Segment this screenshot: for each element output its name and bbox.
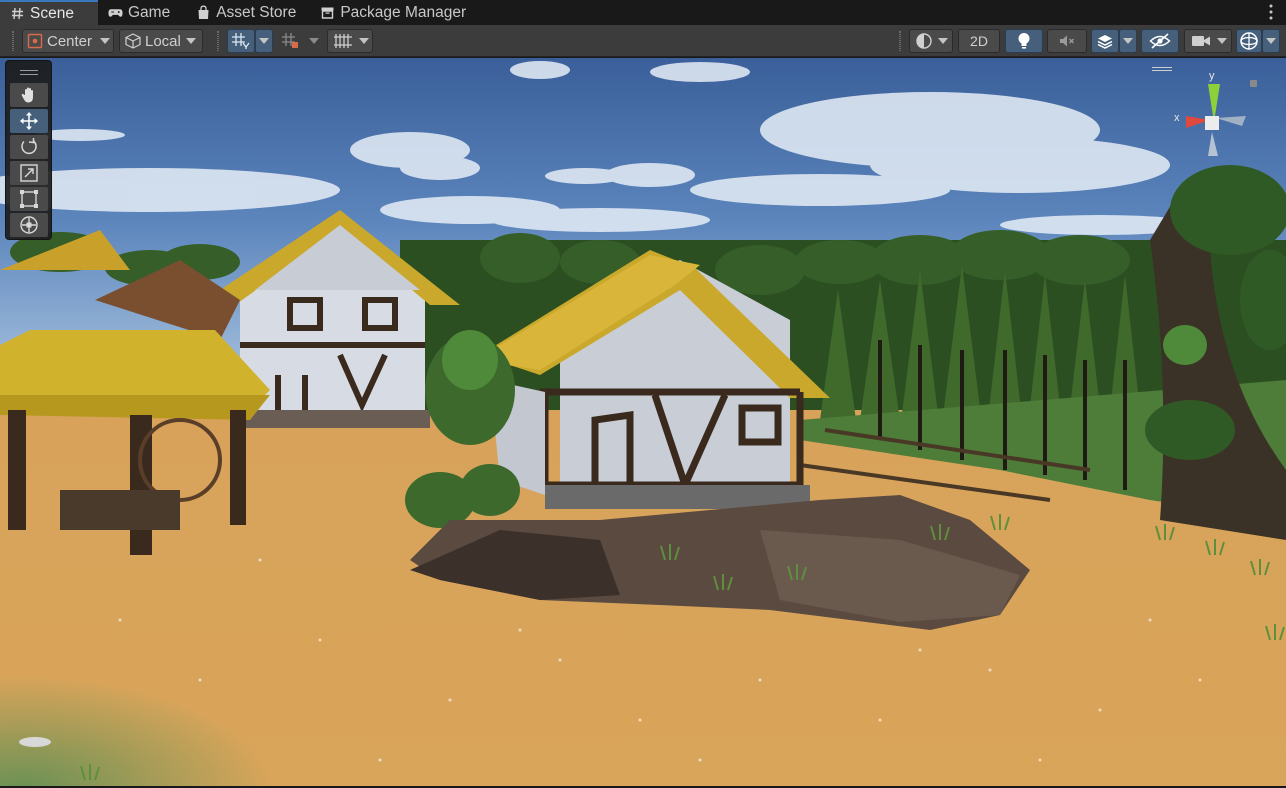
grid-visibility-dropdown[interactable] — [327, 29, 373, 53]
pivot-mode-label: Center — [47, 32, 93, 50]
tab-scene-label: Scene — [30, 4, 74, 22]
chevron-down-icon — [185, 38, 196, 44]
draw-mode-dropdown[interactable] — [909, 29, 953, 53]
scene-orientation-gizmo[interactable]: y x — [1150, 62, 1260, 162]
chevron-down-icon — [259, 38, 269, 44]
rect-tool-button[interactable] — [10, 187, 48, 211]
more-options-icon[interactable] — [1268, 3, 1274, 21]
shading-mode-icon — [915, 32, 933, 50]
scene-effects-dropdown[interactable] — [1119, 29, 1137, 53]
chevron-down-icon — [100, 38, 111, 44]
chevron-down-icon — [1266, 38, 1276, 44]
toggle-2d-button[interactable]: 2D — [958, 29, 1000, 53]
scene-effects-toggle[interactable] — [1091, 29, 1119, 53]
hand-icon — [20, 86, 38, 104]
tab-asset-store[interactable]: Asset Store — [186, 0, 306, 25]
scene-lighting-toggle[interactable] — [1005, 29, 1043, 53]
chevron-down-icon — [938, 38, 948, 44]
pivot-mode-dropdown[interactable]: Center — [22, 29, 114, 53]
grid-snap-icon — [231, 32, 251, 50]
hand-tool-button[interactable] — [10, 83, 48, 107]
scene-visibility-toggle[interactable] — [1141, 29, 1179, 53]
tab-game[interactable]: Game — [98, 0, 180, 25]
rotate-icon — [19, 137, 39, 157]
chevron-down-icon — [1123, 38, 1133, 44]
transform-tool-button[interactable] — [10, 213, 48, 237]
scale-tool-button[interactable] — [10, 161, 48, 185]
effects-layers-icon — [1096, 32, 1114, 50]
chevron-down-icon — [309, 38, 319, 44]
toolbar-grip-left[interactable] — [12, 31, 14, 51]
move-tool-button[interactable] — [10, 109, 48, 133]
tab-asset-store-label: Asset Store — [216, 3, 297, 21]
grid-snapping-dropdown[interactable] — [255, 29, 273, 53]
scene-viewport[interactable] — [0, 58, 1286, 786]
increment-snap-icon — [281, 32, 301, 50]
grid-plane-icon — [333, 33, 353, 49]
hash-icon — [10, 6, 25, 21]
transform-tools-overlay — [5, 60, 52, 240]
toolbar-grip-snap[interactable] — [217, 31, 219, 51]
toolbar-grip-right[interactable] — [899, 31, 901, 51]
move-arrows-icon — [19, 111, 39, 131]
pivot-center-icon — [27, 33, 43, 49]
scene-audio-toggle[interactable] — [1047, 29, 1087, 53]
increment-snap-dropdown[interactable] — [305, 29, 323, 53]
transform-all-icon — [19, 215, 39, 235]
gamepad-icon — [108, 5, 123, 20]
gizmo-x-label: x — [1174, 112, 1180, 124]
gizmos-dropdown[interactable] — [1262, 29, 1280, 53]
scene-toolbar: Center Local 2D — [0, 25, 1286, 57]
gizmo-y-label: y — [1209, 70, 1215, 82]
rotate-tool-button[interactable] — [10, 135, 48, 159]
tab-scene[interactable]: Scene — [0, 0, 98, 25]
tab-package-manager-label: Package Manager — [340, 3, 467, 21]
rect-transform-icon — [19, 189, 39, 209]
shopping-bag-icon — [196, 5, 211, 20]
lightbulb-icon — [1017, 32, 1031, 50]
pivot-rotation-dropdown[interactable]: Local — [119, 29, 203, 53]
tab-game-label: Game — [128, 3, 171, 21]
cube-local-icon — [124, 33, 142, 49]
camera-icon — [1191, 34, 1211, 48]
editor-tab-bar: Scene Game Asset Store Package Manager — [0, 0, 1286, 25]
grid-snapping-toggle[interactable] — [227, 29, 255, 53]
increment-snap-toggle[interactable] — [277, 29, 305, 53]
gizmo-sphere-icon — [1239, 31, 1259, 51]
scene-render[interactable] — [0, 58, 1286, 786]
package-icon — [320, 5, 335, 20]
chevron-down-icon — [359, 38, 369, 44]
tab-package-manager[interactable]: Package Manager — [310, 0, 476, 25]
axis-gizmo-icon — [1186, 80, 1257, 156]
audio-muted-icon — [1058, 33, 1076, 49]
chevron-down-icon — [1217, 38, 1227, 44]
eye-hidden-icon — [1149, 33, 1171, 49]
scale-icon — [19, 163, 39, 183]
gizmos-toggle[interactable] — [1236, 29, 1262, 53]
toggle-2d-label: 2D — [970, 33, 988, 49]
pivot-rotation-label: Local — [145, 32, 181, 50]
camera-settings-dropdown[interactable] — [1184, 29, 1232, 53]
overlay-drag-handle[interactable] — [20, 70, 38, 75]
